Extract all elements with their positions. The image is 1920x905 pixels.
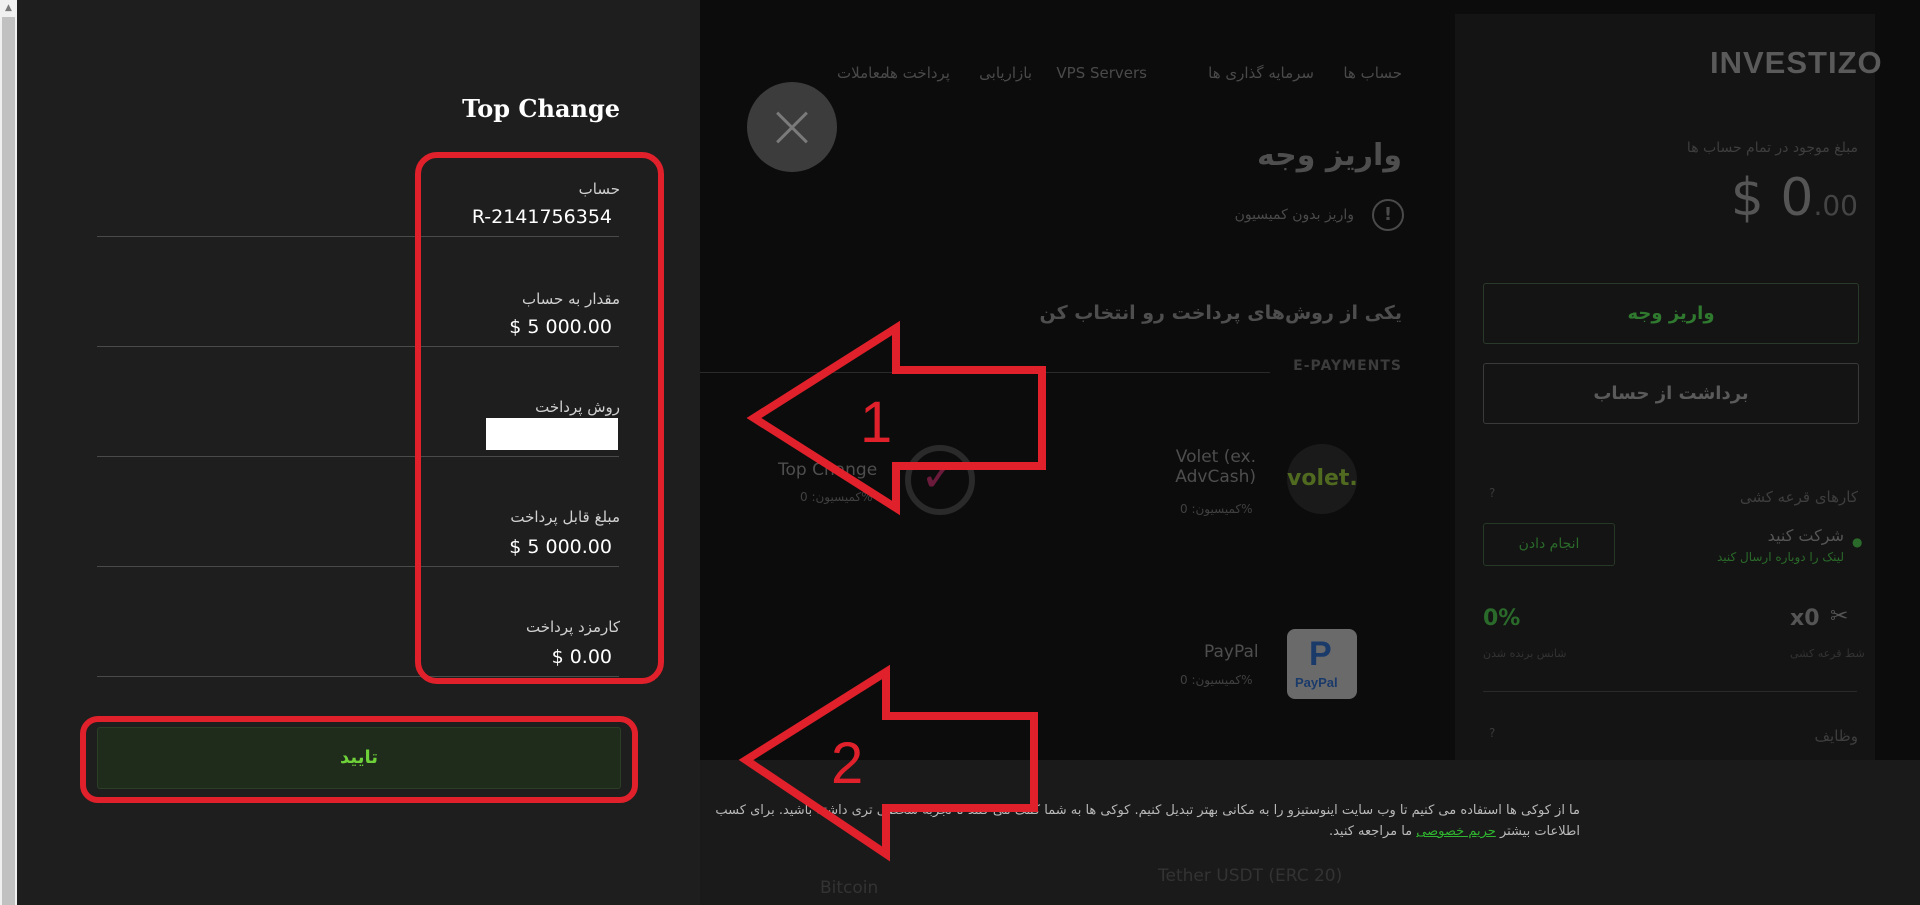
modal-title: Top Change bbox=[462, 94, 620, 123]
section-e-payments: E-PAYMENTS bbox=[1293, 358, 1402, 374]
win-chance-value: 0% bbox=[1483, 606, 1521, 631]
sidebar-divider bbox=[1483, 691, 1857, 692]
investizo-logo[interactable]: INVESTIZO bbox=[1710, 45, 1883, 81]
ticket-icon: ✂ bbox=[1830, 604, 1849, 629]
method-bitcoin-name[interactable]: Bitcoin bbox=[820, 878, 878, 898]
balance-label: مبلغ موجود در تمام حساب ها bbox=[1686, 140, 1858, 156]
volet-logo-icon[interactable]: volet. bbox=[1287, 444, 1358, 514]
nav-item-marketing[interactable]: بازاریابی bbox=[979, 64, 1032, 82]
tasks-title: وظایف bbox=[1814, 727, 1858, 745]
lottery-help-icon[interactable]: ? bbox=[1489, 486, 1495, 500]
scrollbar[interactable]: ▲ bbox=[0, 0, 17, 905]
nav-item-investments[interactable]: سرمایه گذاری ها bbox=[1208, 64, 1314, 82]
page-title: واریز وجه bbox=[1256, 138, 1402, 173]
info-icon: ! bbox=[1372, 199, 1404, 231]
annotation-arrow-2: 2 bbox=[738, 664, 1038, 862]
method-volet-commission: کمیسیون: 0% bbox=[1180, 502, 1253, 516]
task-bullet-icon: ● bbox=[1852, 535, 1863, 549]
balance-value: $ 0.00 bbox=[1730, 168, 1858, 228]
lottery-title: کارهای قرعه کشی bbox=[1739, 488, 1858, 506]
withdraw-button[interactable]: برداشت از حساب bbox=[1483, 363, 1859, 424]
task-resend-link[interactable]: لینک را دوباره ارسال کنید bbox=[1717, 550, 1844, 564]
scrollbar-thumb[interactable] bbox=[2, 17, 15, 905]
annotation-fields-box bbox=[415, 152, 664, 684]
do-task-button[interactable]: انجام دادن bbox=[1483, 523, 1615, 566]
annotation-arrow-2-number: 2 bbox=[831, 731, 863, 796]
annotation-confirm-box bbox=[80, 716, 638, 803]
nav-item-accounts[interactable]: حساب ها bbox=[1343, 64, 1402, 82]
lottery-multiplier-value: x0 bbox=[1790, 606, 1820, 631]
screen: ▲ حساب ها سرمایه گذاری ها VPS Servers با… bbox=[0, 0, 1920, 905]
annotation-arrow-1: 1 bbox=[746, 320, 1046, 516]
nav-item-trades[interactable]: معاملات bbox=[837, 64, 888, 82]
tasks-help-icon[interactable]: ? bbox=[1489, 726, 1495, 740]
lottery-condition-label: شط قرعه کشی bbox=[1790, 647, 1865, 660]
scroll-up-arrow-icon[interactable]: ▲ bbox=[0, 0, 17, 17]
task-title: شرکت کنید bbox=[1767, 526, 1844, 545]
privacy-link[interactable]: حریم خصوصی bbox=[1416, 824, 1496, 839]
annotation-arrow-1-number: 1 bbox=[860, 390, 892, 455]
cookie-message-end: ما مراجعه کنید. bbox=[1328, 824, 1413, 839]
method-volet-name[interactable]: Volet (ex. AdvCash) bbox=[1160, 447, 1256, 487]
win-chance-label: شانس برنده شدن bbox=[1483, 647, 1567, 660]
method-paypal-commission: کمیسیون: 0% bbox=[1180, 673, 1253, 687]
paypal-p-glyph: P bbox=[1309, 635, 1332, 673]
method-paypal-name[interactable]: PayPal bbox=[1204, 642, 1259, 662]
paypal-wordmark: PayPal bbox=[1295, 675, 1338, 690]
paypal-logo-icon[interactable]: P PayPal bbox=[1287, 629, 1357, 699]
no-commission-note: واریز بدون کمیسیون bbox=[1234, 207, 1354, 223]
logo-text: INVESTIZO bbox=[1710, 45, 1883, 80]
choose-method-heading: یکی از روش‌های پرداخت رو انتخاب کن bbox=[1039, 302, 1402, 324]
deposit-button[interactable]: واریز وجه bbox=[1483, 283, 1859, 344]
close-modal-button[interactable] bbox=[747, 82, 837, 172]
nav-item-payments[interactable]: پرداخت ها bbox=[885, 64, 950, 82]
nav-item-vps[interactable]: VPS Servers bbox=[1056, 64, 1147, 82]
method-tether-name[interactable]: Tether USDT (ERC 20) bbox=[1158, 866, 1342, 886]
